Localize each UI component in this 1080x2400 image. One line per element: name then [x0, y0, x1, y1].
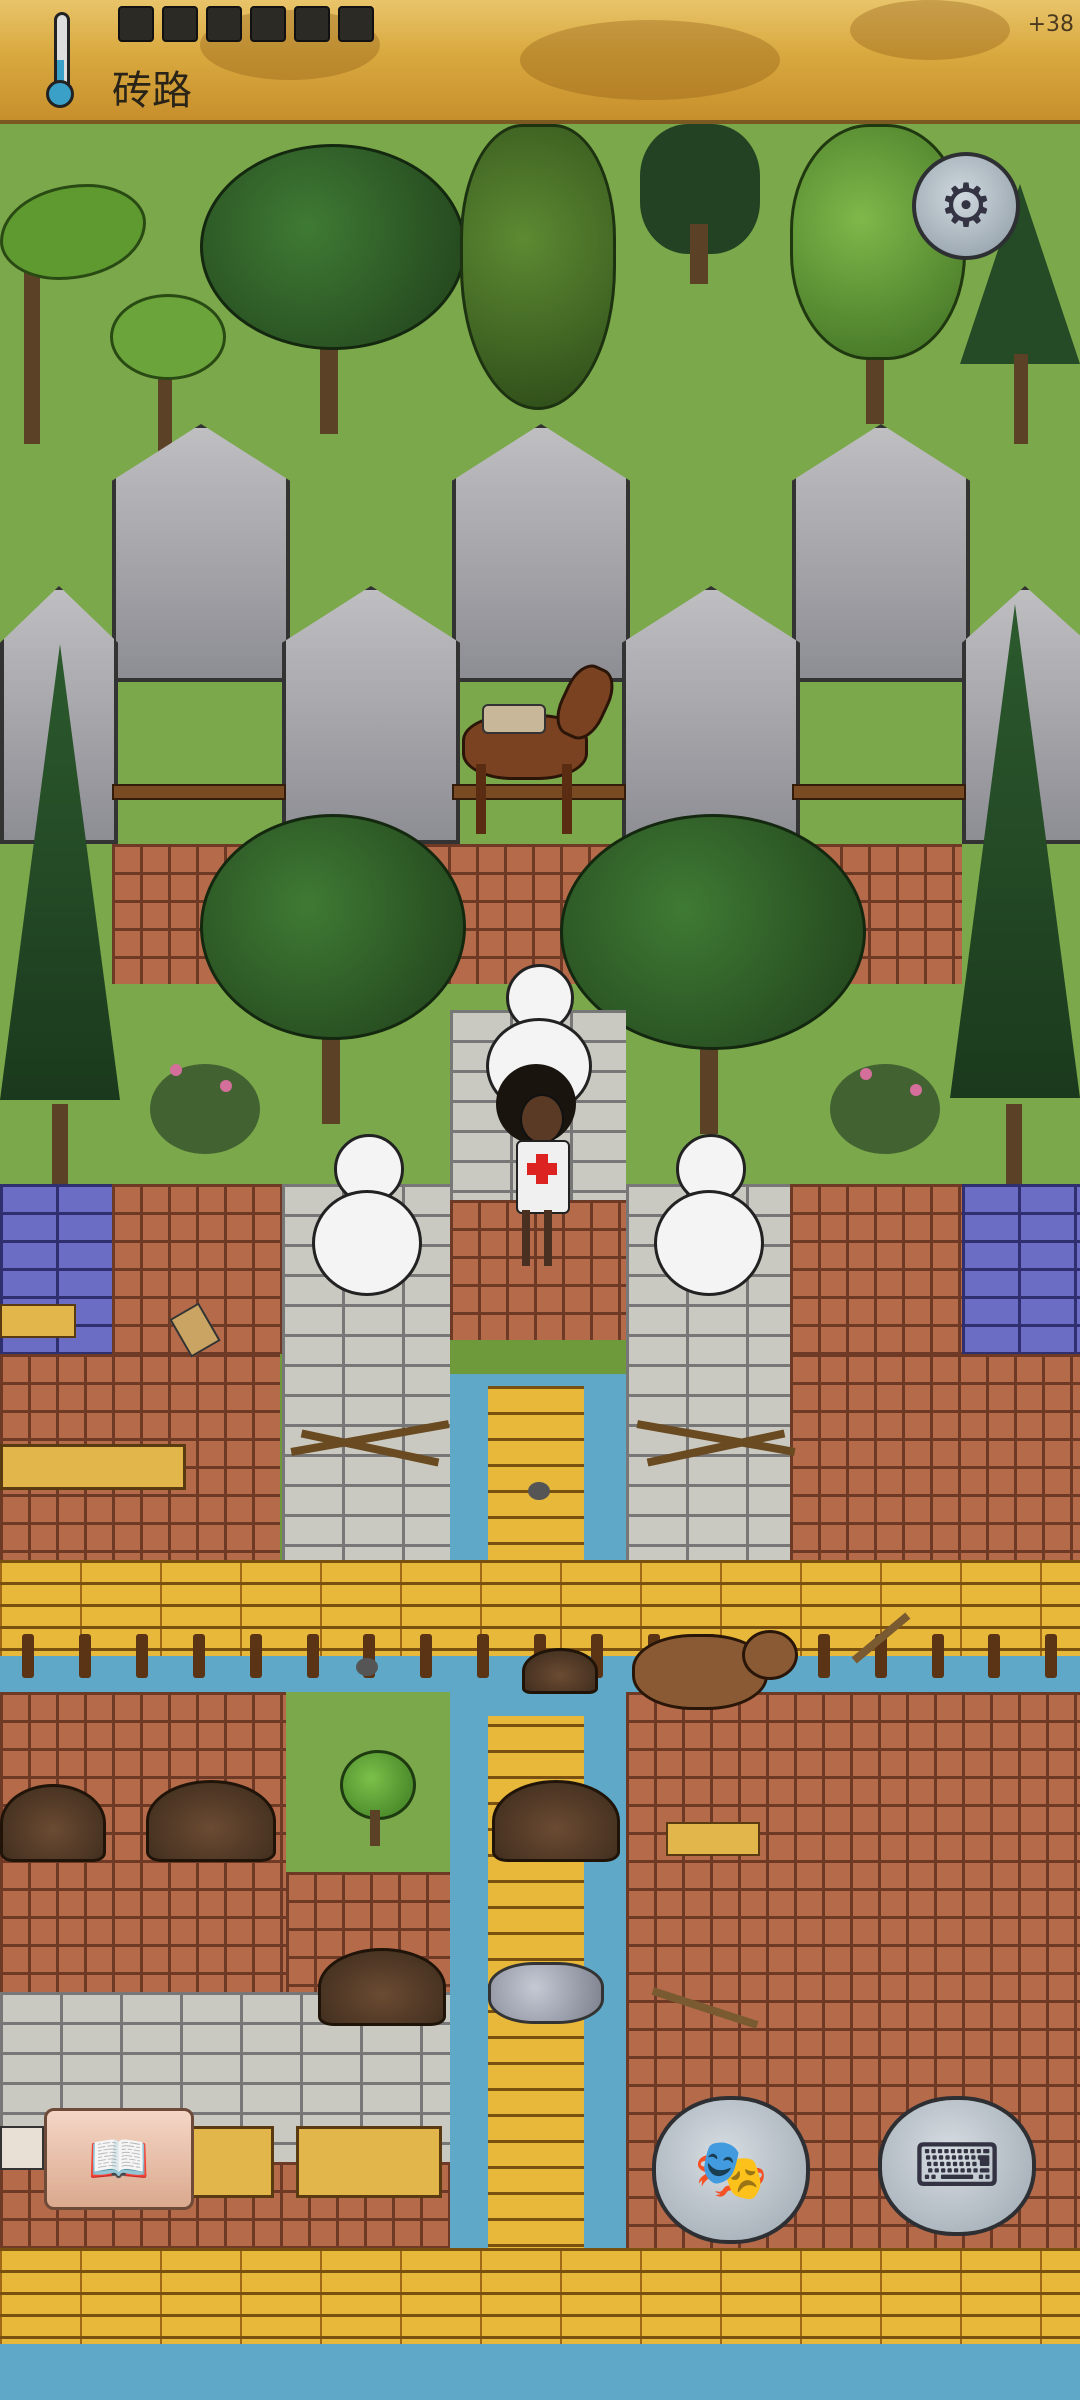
yum-bonus: +38: [1027, 12, 1074, 37]
player-character[interactable]: [486, 1064, 596, 1274]
crate[interactable]: [0, 2126, 44, 2170]
dirt-pile[interactable]: [318, 1948, 446, 2026]
food-pip: [294, 6, 330, 42]
water-canal: [0, 2344, 1080, 2400]
dirt-pile[interactable]: [492, 1780, 620, 1862]
deciduous-tree: [200, 144, 466, 434]
dirt-pile[interactable]: [0, 1784, 106, 1862]
paper-stain: [520, 20, 780, 100]
food-pip: [118, 6, 154, 42]
rose-bush: [140, 1044, 270, 1154]
wooden-fence: [112, 784, 286, 800]
book-icon: 📖: [87, 2130, 151, 2188]
stone-pile[interactable]: [488, 1962, 604, 2024]
keyboard-button[interactable]: ⌨: [878, 2096, 1036, 2236]
location-name: 砖路: [112, 68, 192, 114]
food-meter: [118, 6, 374, 42]
puppet-icon: 🎭: [693, 2135, 769, 2205]
dirt-pile[interactable]: [146, 1780, 276, 1862]
player-apron: [516, 1140, 570, 1214]
pine-tree: [950, 604, 1080, 1204]
food-pip: [250, 6, 286, 42]
snowman[interactable]: [654, 1134, 764, 1304]
blue-brick-floor: [962, 1184, 1080, 1354]
rose-bush: [820, 1044, 950, 1154]
saddle: [482, 704, 546, 734]
wooden-cart[interactable]: [0, 1444, 186, 1490]
wooden-fence: [792, 784, 966, 800]
grizzly-bear[interactable]: [632, 1624, 798, 1714]
keyboard-icon: ⌨: [913, 2131, 1001, 2201]
game-world[interactable]: [0, 124, 1080, 2400]
status-bar: 砖路 +38: [0, 0, 1080, 124]
pine-tree: [620, 124, 780, 284]
snowman[interactable]: [312, 1134, 422, 1304]
dirt-pile[interactable]: [522, 1648, 598, 1694]
small-stone[interactable]: [356, 1658, 378, 1676]
emote-button[interactable]: 🎭: [652, 2096, 810, 2244]
wooden-crate[interactable]: [296, 2126, 442, 2198]
wooden-boards[interactable]: [666, 1822, 760, 1856]
food-pip: [206, 6, 242, 42]
brick-floor: [790, 1184, 962, 1354]
food-pip: [162, 6, 198, 42]
thermometer-icon: [46, 12, 74, 108]
dead-bush: [636, 1404, 796, 1484]
wooden-boards[interactable]: [0, 1304, 76, 1338]
pine-tree: [0, 644, 120, 1204]
small-stone[interactable]: [528, 1482, 550, 1500]
plank-walkway: [0, 2248, 1080, 2344]
paper-stain: [850, 0, 1010, 60]
food-pip: [338, 6, 374, 42]
gear-icon: ⚙: [939, 171, 993, 241]
dead-bush: [290, 1404, 450, 1484]
gooseberry-bush[interactable]: [340, 1750, 416, 1850]
player-head: [520, 1094, 564, 1144]
tech-tree-button[interactable]: 📖: [44, 2108, 194, 2210]
cypress-tree: [460, 124, 616, 424]
settings-button[interactable]: ⚙: [912, 152, 1020, 260]
